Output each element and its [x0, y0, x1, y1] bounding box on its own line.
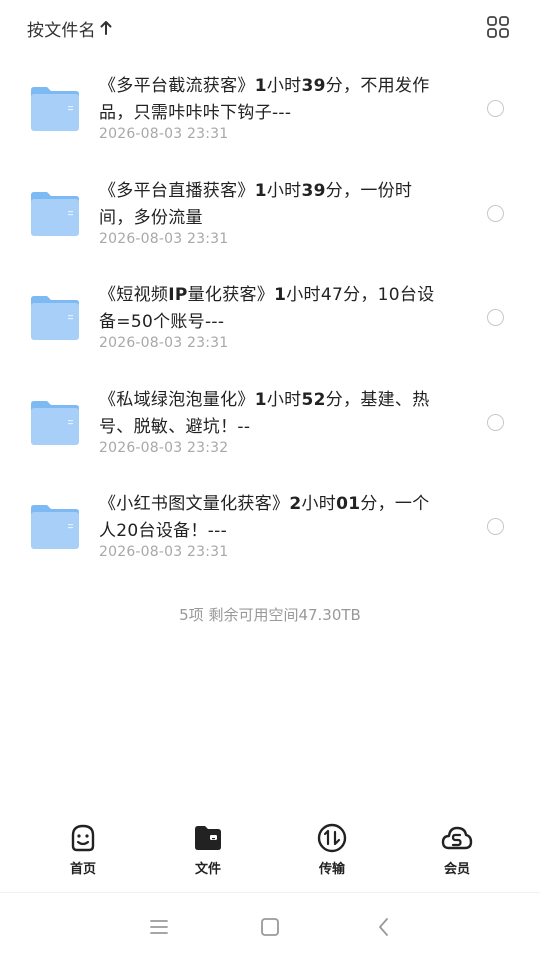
select-checkbox[interactable] [487, 413, 504, 431]
bottom-tab-bar: 首页 文件 传输 会员 [0, 820, 540, 882]
arrow-up-icon [100, 21, 112, 35]
file-name: 《短视频IP量化获客》1小时47分，10台设备=50个账号--- [99, 285, 435, 332]
sort-by-name-button[interactable]: 按文件名 [27, 16, 113, 41]
file-row[interactable]: 《私域绿泡泡量化》1小时52分，基建、热号、脱敏、避坑！-- 2026-08-0… [0, 374, 540, 479]
grid-view-icon[interactable] [486, 15, 510, 39]
sort-label: 按文件名 [27, 20, 96, 41]
menu-icon[interactable] [145, 913, 173, 941]
file-date: 2026-08-03 23:31 [99, 126, 229, 142]
file-name: 《多平台直播获客》1小时39分，一份时间，多份流量 [99, 180, 413, 228]
system-nav-bar [0, 892, 540, 957]
tab-vip[interactable]: 会员 [417, 820, 497, 882]
folder-icon [31, 191, 79, 236]
file-row[interactable]: 《短视频IP量化获客》1小时47分，10台设备=50个账号--- 2026-08… [0, 269, 540, 374]
file-date: 2026-08-03 23:31 [99, 544, 229, 560]
file-name: 《私域绿泡泡量化》1小时52分，基建、热号、脱敏、避坑！-- [99, 389, 430, 437]
folder-icon [31, 400, 79, 445]
tab-label: 传输 [318, 862, 345, 877]
back-chevron-icon[interactable] [370, 913, 398, 941]
transfer-icon [317, 823, 347, 853]
folder-icon [31, 87, 79, 131]
select-checkbox[interactable] [487, 100, 504, 117]
tab-label: 会员 [443, 862, 470, 877]
file-date: 2026-08-03 23:32 [99, 439, 229, 456]
select-checkbox[interactable] [487, 204, 504, 222]
tab-label: 首页 [69, 862, 96, 877]
tab-transfer[interactable]: 传输 [292, 820, 372, 882]
file-date: 2026-08-03 23:31 [99, 335, 229, 351]
home-face-icon [71, 824, 95, 852]
select-checkbox[interactable] [487, 309, 504, 326]
tab-home[interactable]: 首页 [43, 820, 123, 882]
square-home-icon[interactable] [256, 913, 284, 941]
tab-files[interactable]: 文件 [168, 820, 248, 882]
file-row[interactable]: 《多平台直播获客》1小时39分，一份时间，多份流量 2026-08-03 23:… [0, 165, 540, 270]
folder-icon [31, 505, 79, 549]
file-name: 《小红书图文量化获客》2小时01分，一个人20台设备！--- [99, 494, 430, 541]
file-date: 2026-08-03 23:31 [99, 230, 229, 247]
file-row[interactable]: 《多平台截流获客》1小时39分，不用发作品，只需咔咔咔下钩子--- 2026-0… [0, 60, 540, 165]
vip-cloud-icon [441, 826, 473, 850]
file-list: 《多平台截流获客》1小时39分，不用发作品，只需咔咔咔下钩子--- 2026-0… [0, 60, 540, 583]
select-checkbox[interactable] [487, 518, 504, 535]
storage-summary: 5项 剩余可用空间47.30TB [179, 606, 361, 624]
file-name: 《多平台截流获客》1小时39分，不用发作品，只需咔咔咔下钩子--- [99, 76, 430, 123]
folder-icon [31, 296, 79, 340]
tab-label: 文件 [194, 862, 221, 877]
folder-file-icon [195, 826, 221, 850]
file-row[interactable]: 《小红书图文量化获客》2小时01分，一个人20台设备！--- 2026-08-0… [0, 478, 540, 583]
header-bar: 按文件名 [0, 0, 540, 56]
